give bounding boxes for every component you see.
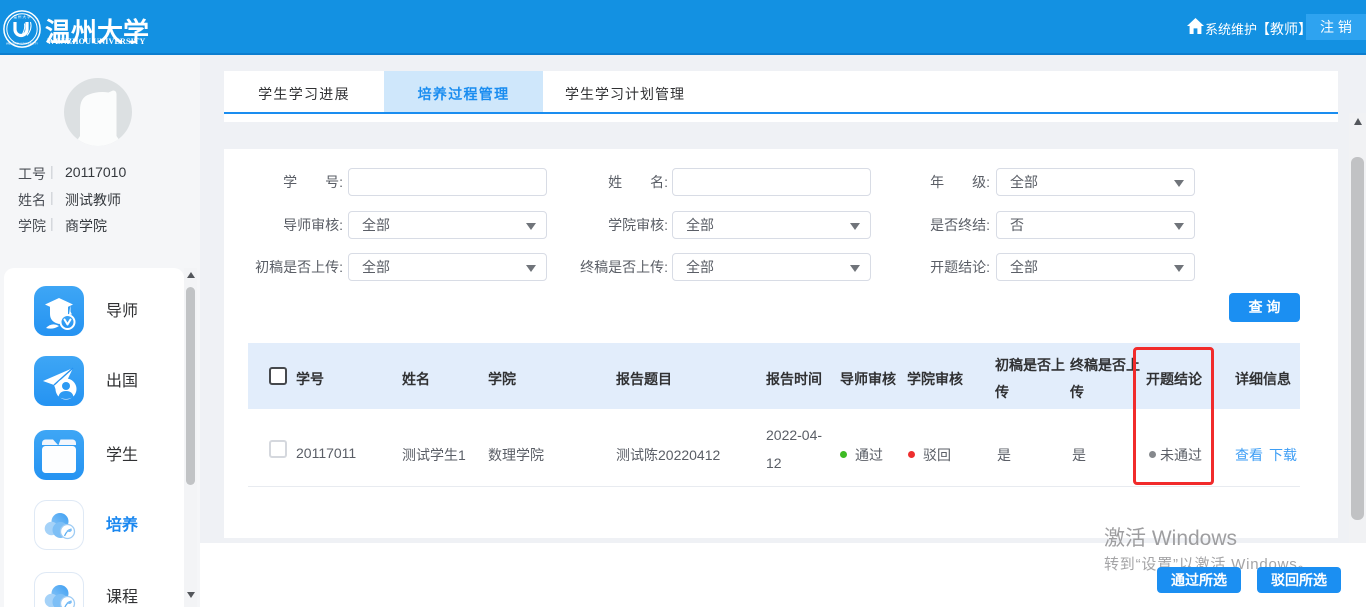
svg-text:温 州 大 学: 温 州 大 学 [13,14,31,19]
svg-text:WENZHOU UNIVERSITY: WENZHOU UNIVERSITY [6,41,38,45]
